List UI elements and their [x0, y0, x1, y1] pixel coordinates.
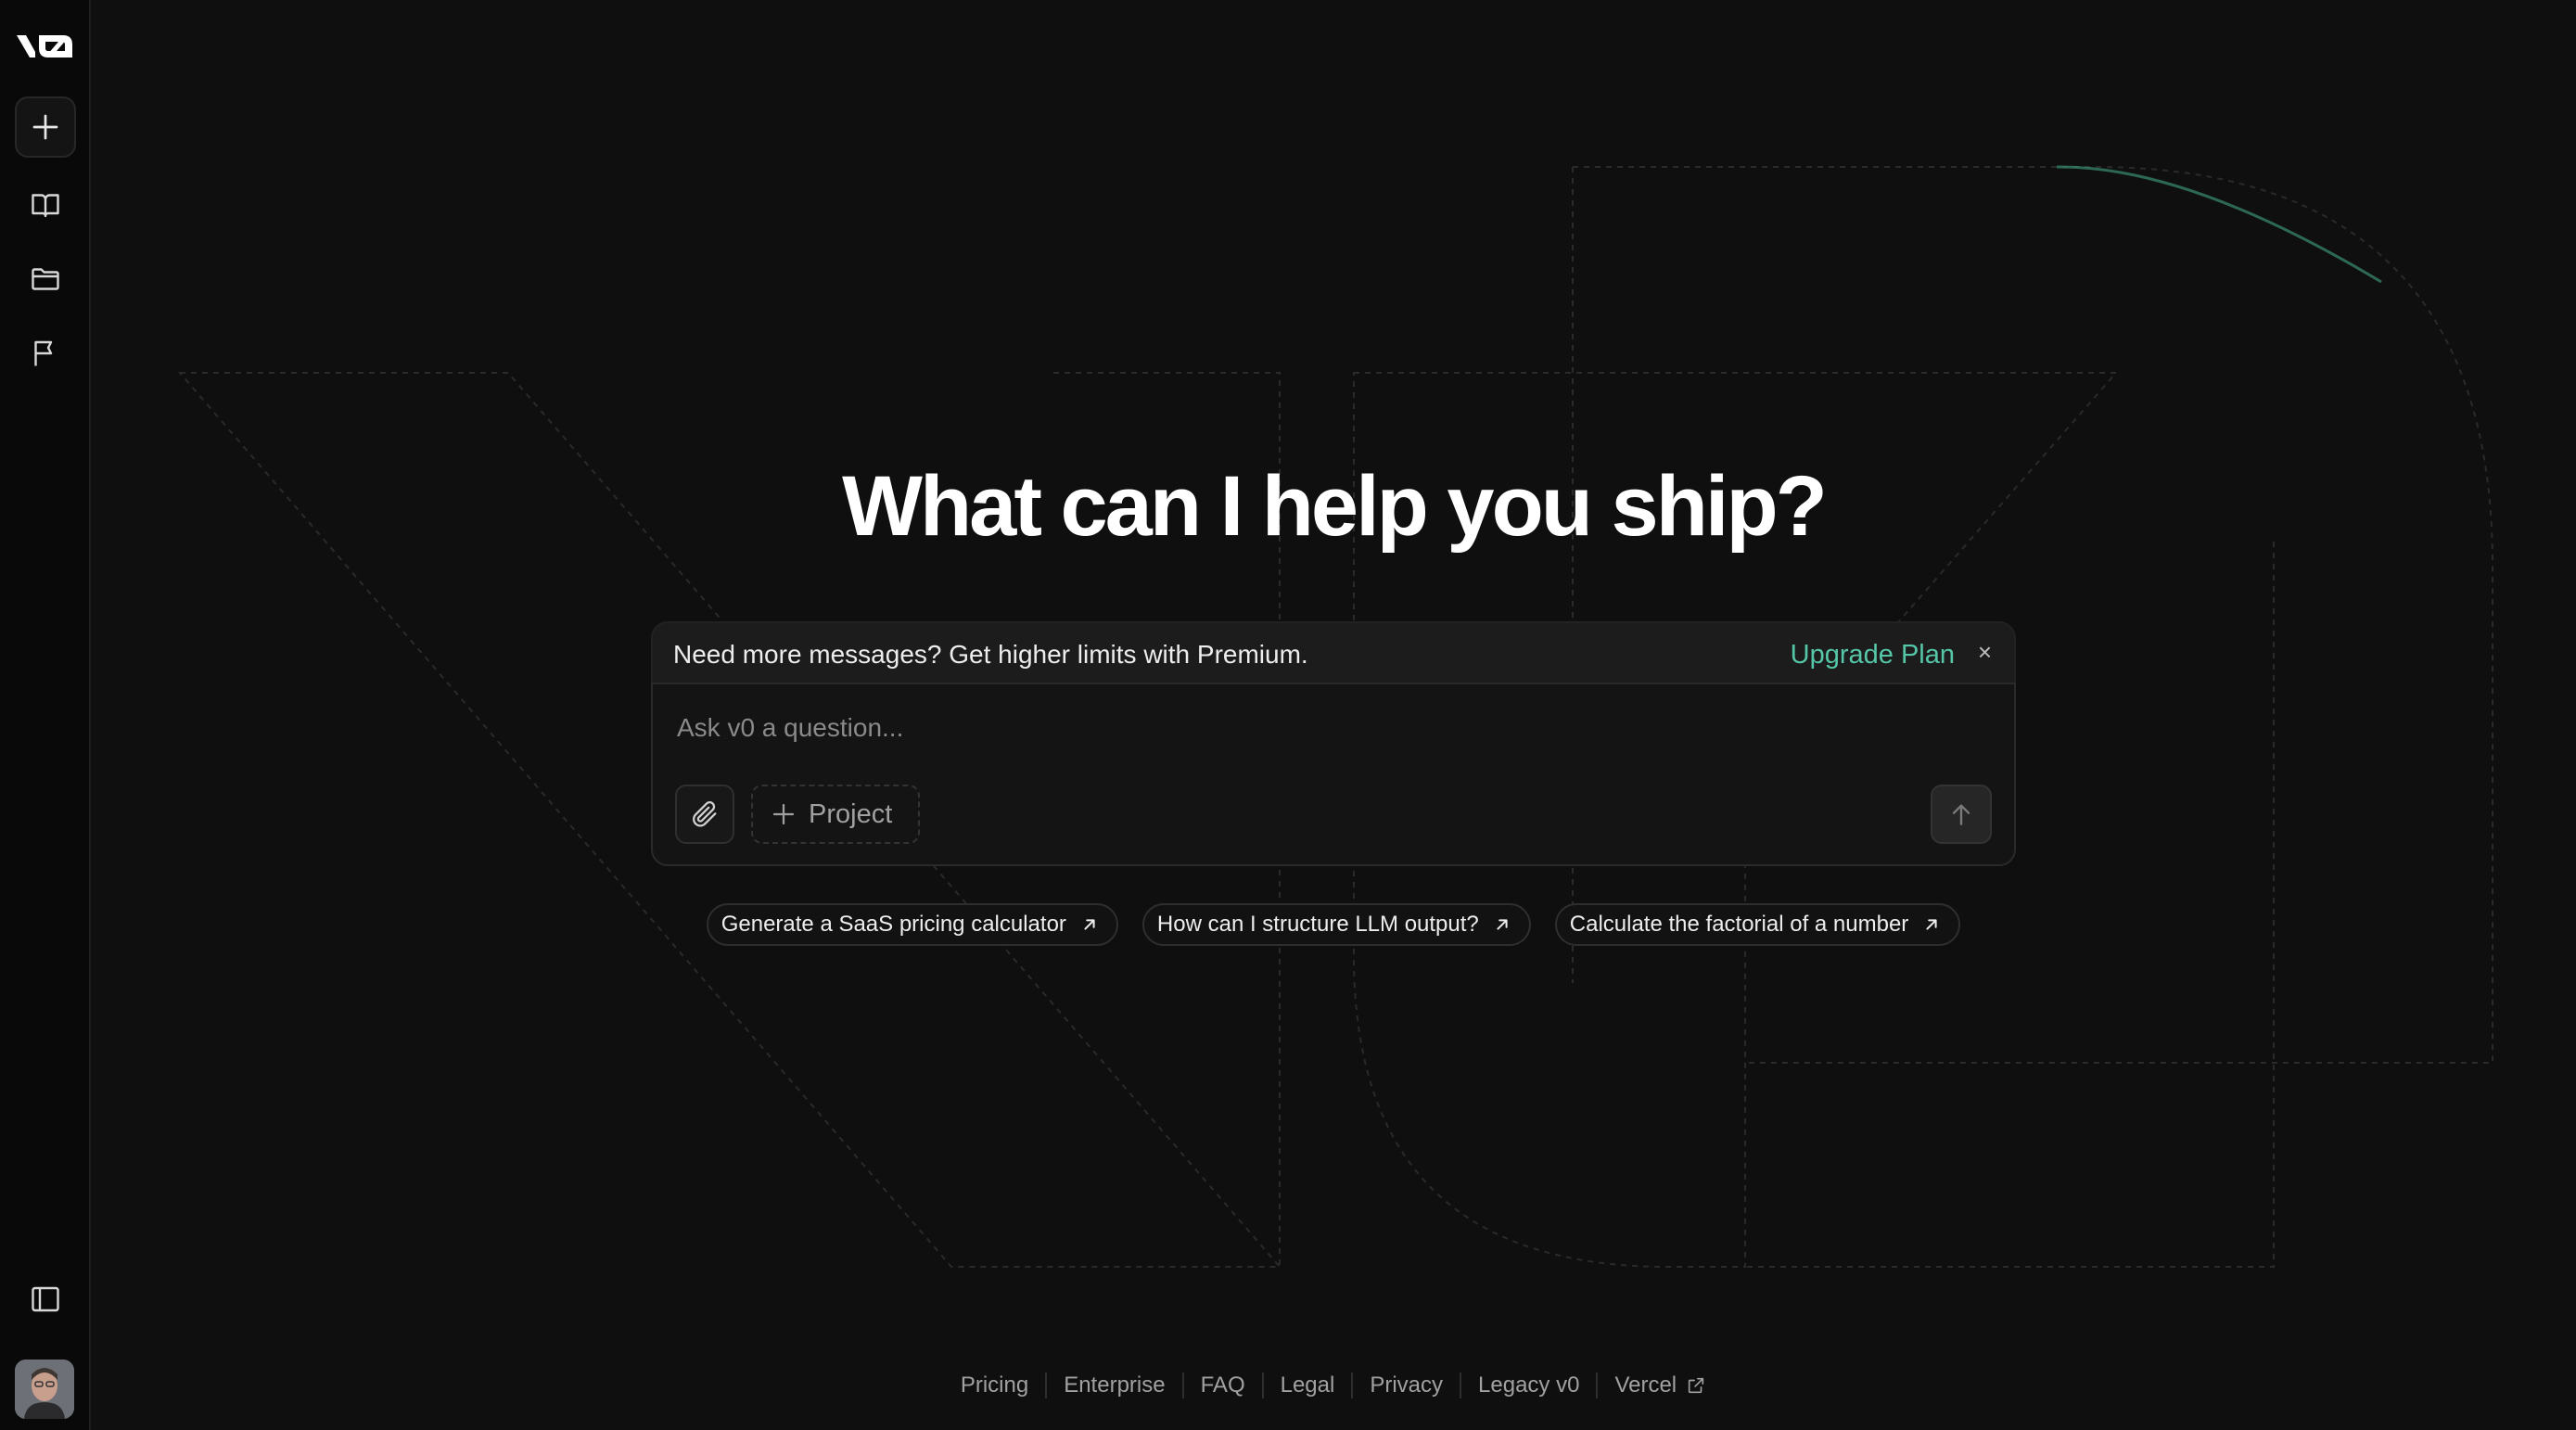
footer-link-vercel[interactable]: Vercel	[1598, 1373, 1723, 1398]
suggestion-chip[interactable]: How can I structure LLM output?	[1141, 903, 1531, 946]
v0-logo[interactable]	[15, 30, 76, 63]
prompt-input[interactable]	[675, 709, 1884, 747]
projects-button[interactable]	[15, 249, 76, 310]
library-button[interactable]	[15, 174, 76, 236]
send-button[interactable]	[1931, 785, 1992, 844]
sidebar-toggle-icon	[32, 1286, 59, 1312]
upgrade-banner: Need more messages? Get higher limits wi…	[651, 621, 2016, 684]
footer-link-legal[interactable]: Legal	[1264, 1373, 1352, 1398]
suggestion-chip[interactable]: Calculate the factorial of a number	[1554, 903, 1961, 946]
suggestion-chips: Generate a SaaS pricing calculator How c…	[651, 903, 2016, 946]
plus-icon	[32, 114, 58, 140]
sidebar-toggle-button[interactable]	[15, 1269, 76, 1330]
v0-logo-mark	[17, 35, 72, 57]
user-avatar[interactable]	[15, 1360, 74, 1419]
suggestion-chip[interactable]: Generate a SaaS pricing calculator	[706, 903, 1118, 946]
close-icon[interactable]: ×	[1978, 638, 1992, 667]
footer: Pricing Enterprise FAQ Legal Privacy Leg…	[91, 1373, 2576, 1398]
footer-link-pricing[interactable]: Pricing	[944, 1373, 1045, 1398]
new-chat-button[interactable]	[15, 96, 76, 158]
footer-link-enterprise[interactable]: Enterprise	[1047, 1373, 1181, 1398]
footer-link-legacy-v0[interactable]: Legacy v0	[1461, 1373, 1596, 1398]
banner-message: Need more messages? Get higher limits wi…	[673, 640, 1308, 669]
arrow-up-right-icon	[1497, 919, 1508, 930]
footer-link-faq[interactable]: FAQ	[1184, 1373, 1262, 1398]
add-project-button[interactable]: Project	[751, 785, 920, 844]
plus-icon	[772, 803, 795, 825]
arrow-up-icon	[1952, 804, 1970, 825]
suggestion-label: Calculate the factorial of a number	[1569, 912, 1909, 937]
folder-icon	[32, 268, 59, 290]
external-link-icon	[1688, 1377, 1704, 1394]
book-icon	[32, 194, 59, 218]
page-title: What can I help you ship?	[842, 459, 1828, 554]
attach-button[interactable]	[675, 785, 734, 844]
avatar-image	[15, 1360, 74, 1419]
arrow-up-right-icon	[1084, 919, 1095, 930]
flag-icon	[34, 340, 53, 366]
project-label: Project	[809, 798, 893, 829]
upgrade-plan-link[interactable]: Upgrade Plan	[1791, 640, 1955, 670]
arrow-up-right-icon	[1926, 919, 1937, 930]
suggestion-label: How can I structure LLM output?	[1156, 912, 1479, 937]
chat-composer: Project	[651, 683, 2016, 866]
paperclip-icon	[693, 801, 717, 827]
footer-link-vercel-label: Vercel	[1614, 1373, 1677, 1398]
footer-link-privacy[interactable]: Privacy	[1353, 1373, 1460, 1398]
sidebar	[0, 0, 91, 1430]
feedback-button[interactable]	[15, 323, 76, 384]
suggestion-label: Generate a SaaS pricing calculator	[721, 912, 1066, 937]
